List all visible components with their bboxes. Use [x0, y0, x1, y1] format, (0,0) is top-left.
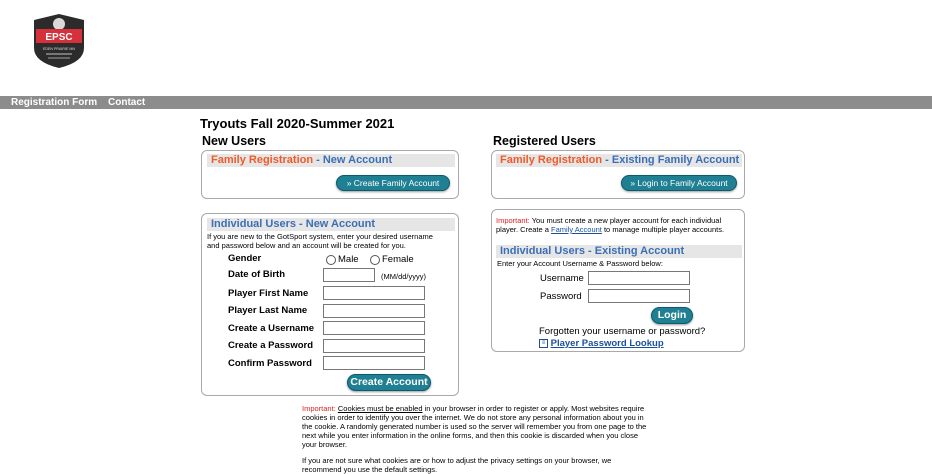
male-label: Male [338, 254, 359, 265]
cookies-link[interactable]: Cookies must be enabled [338, 404, 423, 413]
first-name-input[interactable] [323, 286, 425, 300]
important-text-2: to manage multiple player accounts. [601, 225, 725, 234]
dob-label: Date of Birth [228, 269, 285, 280]
cookies-help-text: If you are not sure what cookies are or … [302, 456, 612, 474]
family-existing-account-panel: Family Registration - Existing Family Ac… [491, 150, 745, 199]
registered-users-heading: Registered Users [493, 134, 596, 148]
logo-text: EPSC [45, 32, 72, 43]
dob-input[interactable] [323, 268, 375, 282]
username-label: Create a Username [228, 323, 315, 334]
first-name-label: Player First Name [228, 288, 309, 299]
confirm-password-label: Confirm Password [228, 358, 312, 369]
individual-existing-account-label: Individual Users - Existing Account [500, 245, 685, 257]
login-family-account-button[interactable]: » Login to Family Account [621, 175, 737, 191]
create-account-button[interactable]: Create Account [347, 374, 431, 391]
family-new-account-panel: Family Registration - New Account » Crea… [201, 150, 459, 199]
nav-registration-form[interactable]: Registration Form [11, 96, 97, 109]
individual-existing-account-panel: Important: You must create a new player … [491, 209, 745, 352]
new-users-heading: New Users [202, 134, 266, 148]
female-label: Female [382, 254, 414, 265]
password-input[interactable] [323, 339, 425, 353]
list-icon: ≡ [539, 338, 548, 348]
individual-intro-text: If you are new to the GotSport system, e… [207, 232, 433, 250]
nav-contact[interactable]: Contact [108, 96, 145, 109]
bar-separator: - [313, 154, 323, 166]
create-family-account-button[interactable]: » Create Family Account [336, 175, 450, 191]
page-title: Tryouts Fall 2020-Summer 2021 [200, 116, 395, 131]
login-password-label: Password [540, 291, 582, 302]
family-new-account-bar: Family Registration - New Account [207, 154, 455, 167]
new-account-label: New Account [322, 154, 393, 166]
confirm-password-input[interactable] [323, 356, 425, 370]
dob-hint: (MM/dd/yyyy) [381, 272, 426, 281]
footer-important-label: Important: [302, 404, 336, 413]
family-registration-label: Family Registration [211, 154, 314, 166]
male-radio[interactable] [326, 255, 336, 265]
cookies-notice: Important: Cookies must be enabled in yo… [302, 404, 650, 449]
username-input[interactable] [323, 321, 425, 335]
important-label: Important: [496, 216, 530, 225]
important-notice: Important: You must create a new player … [496, 216, 740, 234]
existing-family-account-label: Existing Family Account [611, 154, 740, 166]
last-name-input[interactable] [323, 304, 425, 318]
individual-existing-account-bar: Individual Users - Existing Account [496, 245, 742, 258]
family-existing-account-bar: Family Registration - Existing Family Ac… [496, 154, 742, 167]
gender-label: Gender [228, 253, 262, 264]
last-name-label: Player Last Name [228, 305, 308, 316]
login-username-input[interactable] [588, 271, 690, 285]
individual-new-account-panel: Individual Users - New Account If you ar… [201, 213, 459, 396]
epsc-logo[interactable]: EPSC EDEN PRAIRIE MN [28, 12, 90, 70]
logo-subtext: EDEN PRAIRIE MN [43, 47, 75, 51]
forgot-text: Forgotten your username or password? [539, 326, 706, 337]
login-password-input[interactable] [588, 289, 690, 303]
login-username-label: Username [540, 273, 584, 284]
password-label: Create a Password [228, 340, 314, 351]
login-button[interactable]: Login [651, 307, 693, 324]
enter-credentials-text: Enter your Account Username & Password b… [497, 259, 663, 268]
female-radio[interactable] [370, 255, 380, 265]
player-password-lookup-link[interactable]: Player Password Lookup [551, 338, 664, 349]
individual-new-account-bar: Individual Users - New Account [207, 218, 455, 231]
bar-separator: - [602, 154, 612, 166]
top-nav-bar: Registration Form Contact [0, 96, 932, 109]
password-lookup[interactable]: ≡ Player Password Lookup [539, 338, 664, 349]
individual-new-account-label: Individual Users - New Account [211, 218, 376, 230]
family-registration-label: Family Registration [500, 154, 603, 166]
family-account-link[interactable]: Family Account [551, 225, 602, 234]
